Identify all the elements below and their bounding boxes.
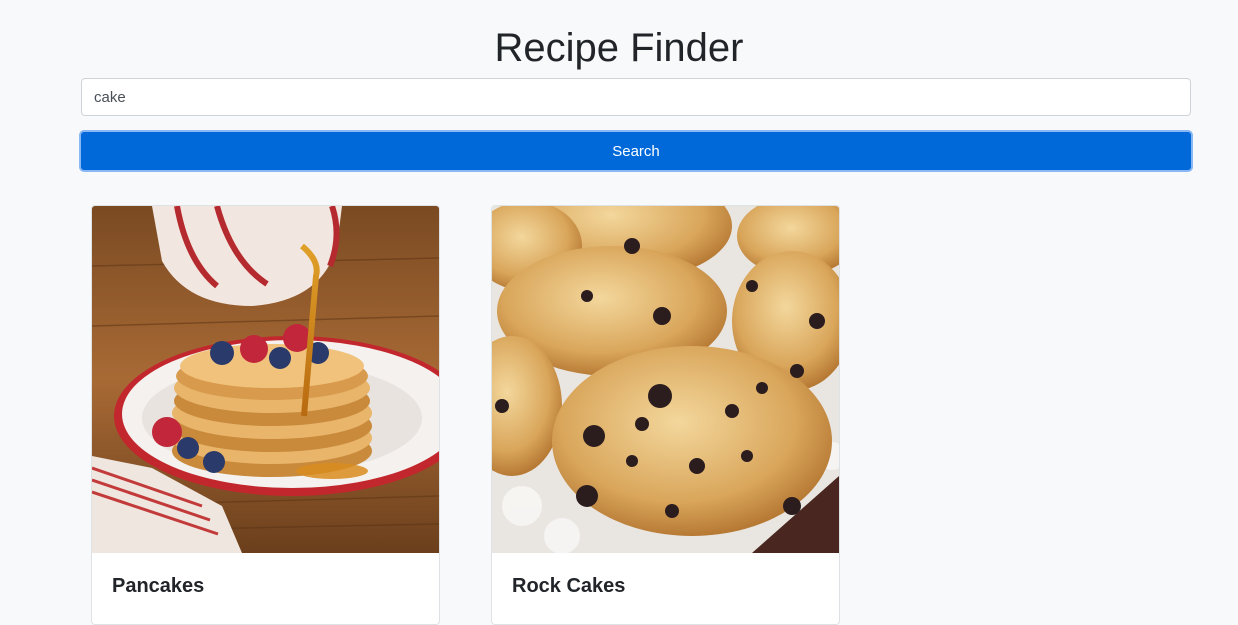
recipe-image-rock-cakes: [492, 206, 839, 553]
search-input[interactable]: [81, 78, 1191, 116]
recipe-card-pancakes[interactable]: Pancakes: [91, 205, 440, 625]
page-title: Recipe Finder: [494, 26, 744, 70]
recipe-title-rock-cakes: Rock Cakes: [512, 575, 626, 597]
recipe-title-pancakes: Pancakes: [112, 575, 205, 597]
search-button[interactable]: Search: [79, 130, 1193, 172]
recipe-card-rock-cakes[interactable]: Rock Cakes: [491, 205, 840, 625]
recipe-image-pancakes: [92, 206, 439, 553]
